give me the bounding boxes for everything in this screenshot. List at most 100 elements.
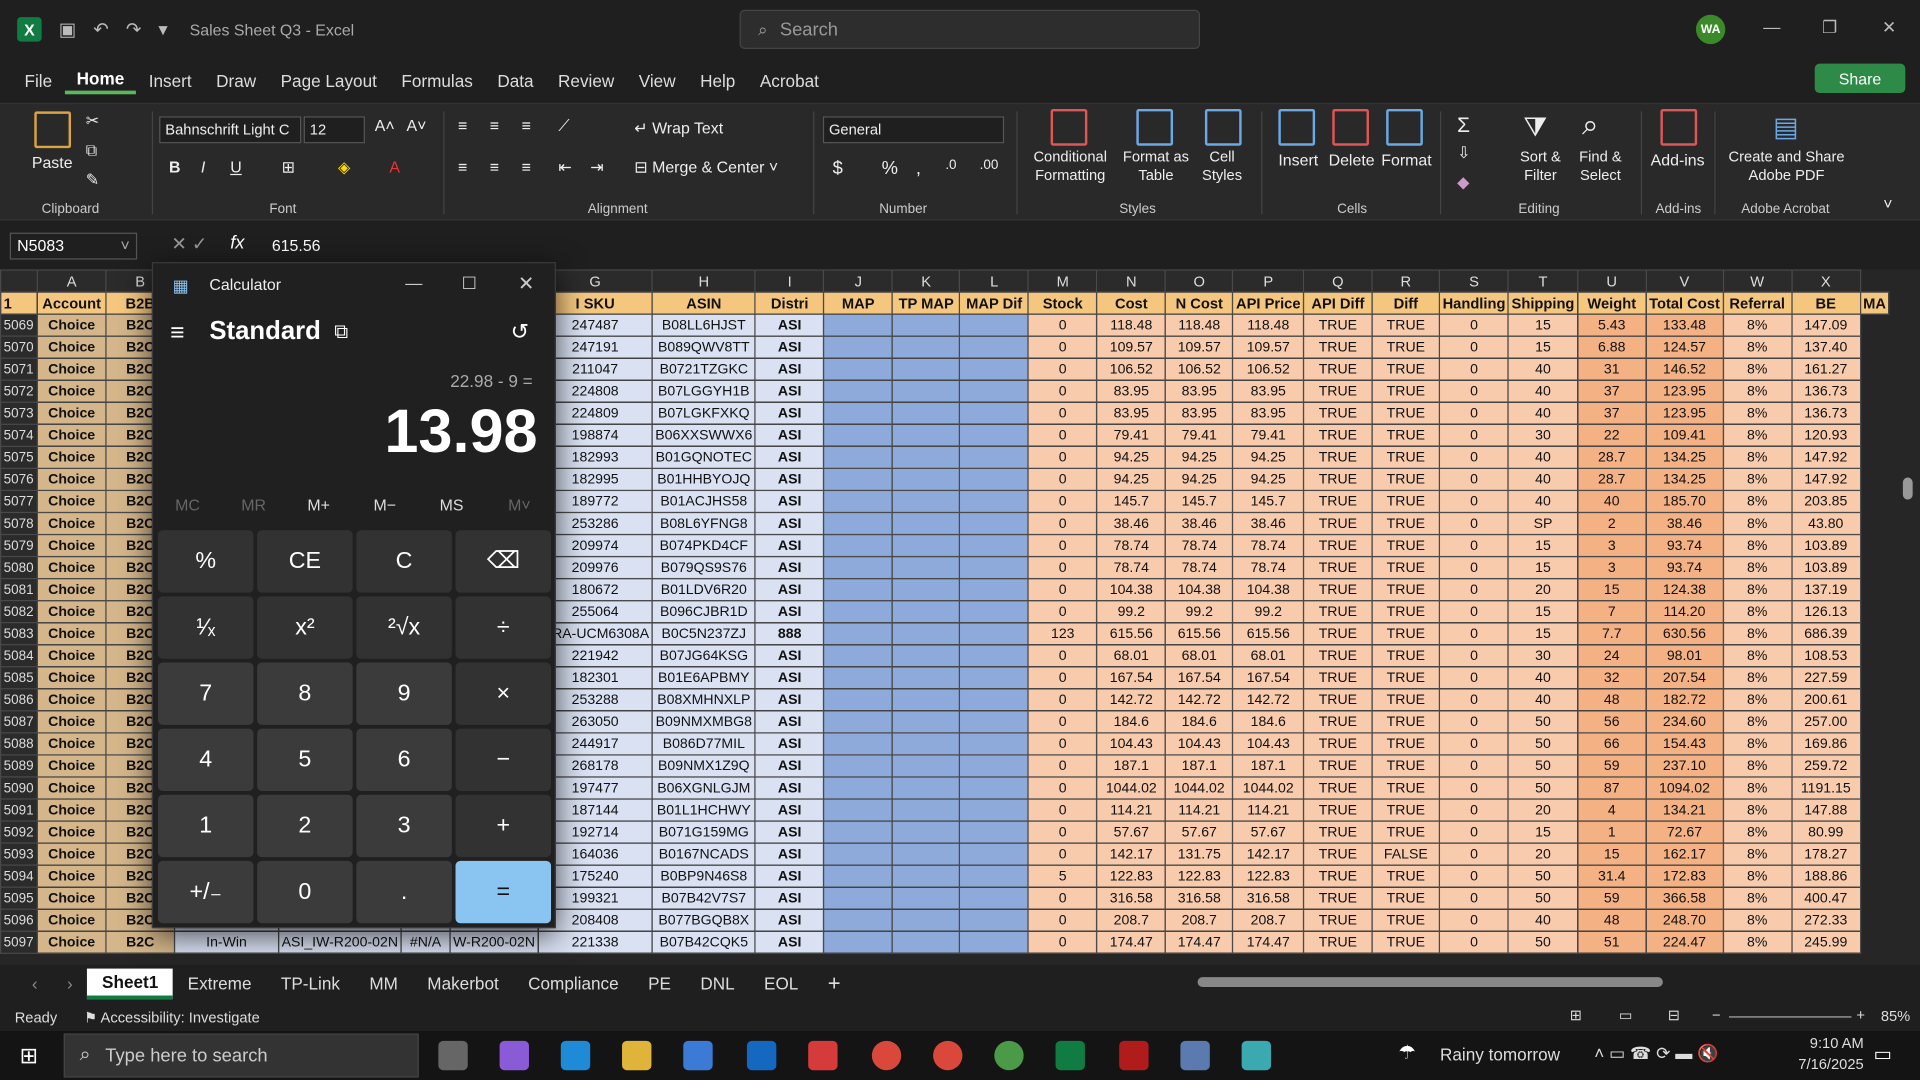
cell[interactable]: 169.86: [1790, 732, 1861, 756]
cell[interactable]: 109.41: [1645, 423, 1724, 447]
prev-sheet-icon[interactable]: ‹: [17, 973, 52, 993]
cell[interactable]: 137.19: [1790, 577, 1861, 602]
cell[interactable]: TRUE: [1302, 555, 1373, 580]
add-sheet-icon[interactable]: +: [813, 970, 855, 996]
cell[interactable]: 187.1: [1164, 754, 1234, 778]
cell[interactable]: B07JG64KSG: [651, 644, 756, 668]
underline-button[interactable]: U: [230, 158, 241, 176]
cell[interactable]: 245.99: [1790, 930, 1861, 954]
cell[interactable]: 108.53: [1790, 644, 1861, 668]
cell[interactable]: TRUE: [1371, 445, 1441, 469]
cell[interactable]: 0: [1438, 930, 1510, 954]
memory-list-button[interactable]: M˅: [508, 496, 531, 514]
m-plus-button[interactable]: M+: [307, 496, 330, 514]
cell[interactable]: 0: [1438, 313, 1510, 337]
cell[interactable]: TRUE: [1371, 886, 1441, 910]
cell[interactable]: 137.40: [1790, 335, 1861, 359]
sheet-tab-mm[interactable]: MM: [355, 973, 413, 993]
m-minus-button[interactable]: M−: [373, 496, 396, 514]
cell[interactable]: 8%: [1722, 357, 1793, 381]
name-box[interactable]: N5083 ˅: [9, 232, 138, 260]
sheet-tab-tp-link[interactable]: TP-Link: [266, 973, 354, 993]
cell[interactable]: [891, 379, 961, 403]
row-header[interactable]: 5089: [0, 754, 38, 778]
cell[interactable]: 123.95: [1645, 379, 1724, 403]
cell[interactable]: ASI: [754, 445, 825, 469]
decrease-decimal-icon[interactable]: .00: [980, 158, 999, 173]
tab-formulas[interactable]: Formulas: [389, 71, 485, 91]
cell[interactable]: Choice: [36, 622, 107, 646]
cell[interactable]: [891, 644, 961, 668]
cell[interactable]: [891, 776, 961, 800]
cell[interactable]: 94.25: [1096, 467, 1167, 492]
divide-key[interactable]: ÷: [455, 596, 552, 659]
cell[interactable]: TRUE: [1302, 732, 1373, 756]
cell[interactable]: 0: [1438, 577, 1510, 602]
cell[interactable]: 93.74: [1645, 555, 1724, 580]
cell[interactable]: [959, 577, 1030, 602]
chrome-alt-icon[interactable]: [994, 1040, 1024, 1071]
cell[interactable]: Choice: [36, 467, 107, 492]
cell[interactable]: Choice: [36, 886, 107, 910]
cell[interactable]: [959, 820, 1030, 844]
cell[interactable]: 0: [1438, 622, 1510, 646]
cell[interactable]: TRUE: [1302, 600, 1373, 624]
cell[interactable]: 0: [1027, 930, 1098, 954]
cell[interactable]: 68.01: [1232, 644, 1305, 668]
cell[interactable]: 94.25: [1232, 467, 1305, 492]
cell[interactable]: 0: [1027, 842, 1098, 866]
cell[interactable]: [891, 842, 961, 866]
cell[interactable]: B077BGQB8X: [651, 908, 756, 932]
two-key[interactable]: 2: [257, 794, 353, 858]
cell[interactable]: 203.85: [1790, 489, 1861, 514]
cell[interactable]: 0: [1438, 864, 1510, 888]
cell[interactable]: [891, 622, 961, 646]
ce-key[interactable]: CE: [257, 530, 353, 593]
cell[interactable]: [823, 511, 894, 536]
cell[interactable]: 57.67: [1232, 820, 1305, 844]
five-key[interactable]: 5: [257, 728, 353, 792]
square-key[interactable]: x²: [257, 596, 353, 659]
cell[interactable]: 0: [1438, 467, 1510, 492]
cell[interactable]: 0: [1027, 533, 1098, 558]
cell[interactable]: TRUE: [1371, 710, 1441, 734]
cell[interactable]: 3: [1576, 533, 1647, 558]
column-header[interactable]: X: [1790, 269, 1861, 293]
cell[interactable]: 248.70: [1645, 908, 1724, 932]
cell[interactable]: 0: [1027, 511, 1098, 536]
cell[interactable]: 31: [1576, 357, 1647, 381]
cell[interactable]: 8%: [1722, 886, 1793, 910]
cell[interactable]: 0: [1027, 666, 1098, 690]
increase-indent-icon[interactable]: ⇥: [590, 158, 603, 178]
cell[interactable]: 22: [1576, 423, 1647, 447]
cell[interactable]: 8%: [1722, 467, 1793, 492]
cell[interactable]: TRUE: [1371, 555, 1441, 580]
cell[interactable]: 31.4: [1576, 864, 1647, 888]
cell[interactable]: 8%: [1722, 555, 1793, 580]
cell[interactable]: [891, 754, 961, 778]
tab-acrobat[interactable]: Acrobat: [748, 71, 832, 91]
row-header[interactable]: 5072: [0, 379, 38, 403]
cell[interactable]: 0: [1027, 710, 1098, 734]
cell[interactable]: 0: [1027, 798, 1098, 822]
cell[interactable]: 0: [1438, 908, 1510, 932]
row-header[interactable]: 5093: [0, 842, 38, 866]
column-header[interactable]: K: [891, 269, 961, 293]
cell[interactable]: TRUE: [1302, 776, 1373, 800]
cell[interactable]: 94.25: [1164, 445, 1234, 469]
cell[interactable]: 78.74: [1164, 555, 1234, 580]
cell[interactable]: 15: [1507, 622, 1579, 646]
sort-filter-button[interactable]: Sort & Filter: [1509, 148, 1573, 185]
cell[interactable]: TRUE: [1371, 577, 1441, 602]
cell[interactable]: Choice: [36, 357, 107, 381]
number-format-select[interactable]: General: [822, 116, 1005, 144]
cell[interactable]: 142.72: [1096, 688, 1167, 712]
cell[interactable]: TRUE: [1302, 644, 1373, 668]
cell[interactable]: [959, 600, 1030, 624]
customize-qat-icon[interactable]: ▾: [158, 18, 167, 41]
cell[interactable]: Cost: [1096, 291, 1167, 315]
cell[interactable]: 686.39: [1790, 622, 1861, 646]
cell[interactable]: TRUE: [1302, 533, 1373, 558]
column-header[interactable]: H: [651, 269, 756, 293]
cell[interactable]: 0: [1027, 445, 1098, 469]
